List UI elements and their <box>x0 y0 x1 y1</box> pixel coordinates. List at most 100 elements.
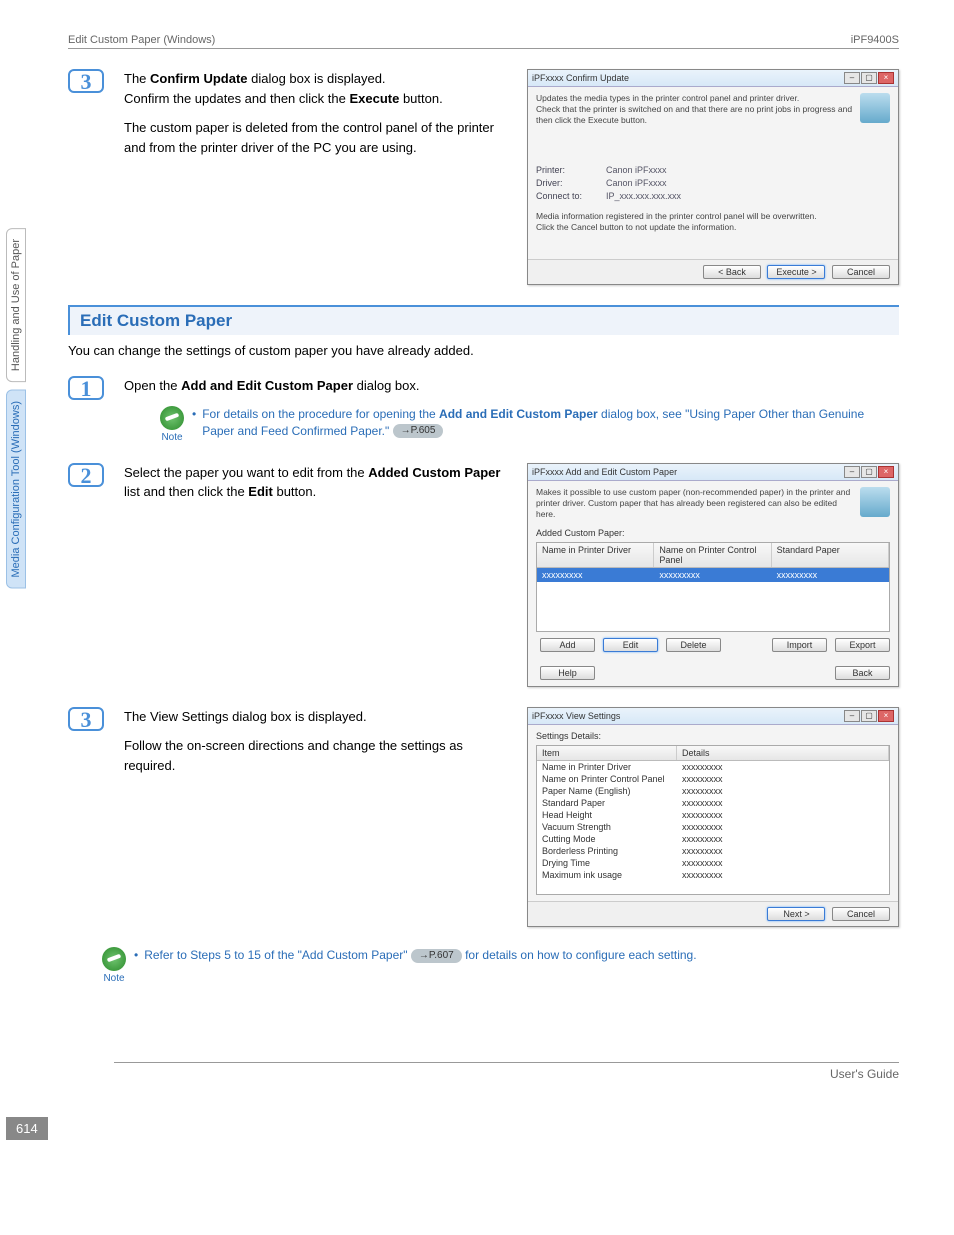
step-3: 3 The View Settings dialog box is displa… <box>68 707 899 927</box>
export-button[interactable]: Export <box>835 638 890 652</box>
details-row: Name in Printer Driverxxxxxxxxx <box>537 761 889 773</box>
details-value: xxxxxxxxx <box>677 773 889 785</box>
side-tab-handling-paper[interactable]: Handling and Use of Paper <box>6 228 26 382</box>
details-row: Vacuum Strengthxxxxxxxxx <box>537 821 889 833</box>
back-button[interactable]: < Back <box>703 265 761 279</box>
dialog-description: Makes it possible to use custom paper (n… <box>536 487 890 520</box>
details-row: Head Heightxxxxxxxxx <box>537 809 889 821</box>
details-item: Head Height <box>537 809 677 821</box>
value-driver: Canon iPFxxxx <box>606 178 667 188</box>
details-item: Maximum ink usage <box>537 869 677 881</box>
details-item: Name in Printer Driver <box>537 761 677 773</box>
section-heading: Edit Custom Paper <box>68 305 899 335</box>
page-reference-link[interactable]: →P.605 <box>393 424 444 438</box>
note-icon <box>160 406 184 430</box>
label-driver: Driver: <box>536 178 606 188</box>
dialog-title: iPFxxxx View Settings <box>532 711 620 721</box>
value-printer: Canon iPFxxxx <box>606 165 667 175</box>
step-text: Select the paper you want to edit from t… <box>124 463 513 502</box>
details-value: xxxxxxxxx <box>677 809 889 821</box>
details-value: xxxxxxxxx <box>677 797 889 809</box>
details-row: Maximum ink usagexxxxxxxxx <box>537 869 889 881</box>
step-number: 1 <box>68 376 104 400</box>
close-icon[interactable]: × <box>878 466 894 478</box>
step-text: The View Settings dialog box is displaye… <box>124 707 513 727</box>
column-header: Name in Printer Driver <box>537 543 654 567</box>
details-row: Name on Printer Control Panelxxxxxxxxx <box>537 773 889 785</box>
step-number: 3 <box>68 707 104 731</box>
close-icon[interactable]: × <box>878 710 894 722</box>
confirm-update-dialog: iPFxxxx Confirm Update – ▢ × Updates the… <box>527 69 899 285</box>
cancel-button[interactable]: Cancel <box>832 907 890 921</box>
add-button[interactable]: Add <box>540 638 595 652</box>
side-tab-label: Media Configuration Tool (Windows) <box>10 401 22 578</box>
step-number: 2 <box>68 463 104 487</box>
dialog-warning: Media information registered in the prin… <box>536 211 890 233</box>
dialog-title: iPFxxxx Add and Edit Custom Paper <box>532 467 677 477</box>
details-value: xxxxxxxxx <box>677 833 889 845</box>
details-value: xxxxxxxxx <box>677 869 889 881</box>
column-header: Standard Paper <box>772 543 889 567</box>
details-item: Cutting Mode <box>537 833 677 845</box>
details-value: xxxxxxxxx <box>677 761 889 773</box>
minimize-icon[interactable]: – <box>844 710 860 722</box>
step-number: 3 <box>68 69 104 93</box>
details-row: Drying Timexxxxxxxxx <box>537 857 889 869</box>
minimize-icon[interactable]: – <box>844 466 860 478</box>
details-value: xxxxxxxxx <box>677 857 889 869</box>
details-value: xxxxxxxxx <box>677 845 889 857</box>
details-row: Paper Name (English)xxxxxxxxx <box>537 785 889 797</box>
edit-button[interactable]: Edit <box>603 638 658 652</box>
label-connect: Connect to: <box>536 191 606 201</box>
minimize-icon[interactable]: – <box>844 72 860 84</box>
details-item: Name on Printer Control Panel <box>537 773 677 785</box>
header-model: iPF9400S <box>851 34 899 46</box>
label-printer: Printer: <box>536 165 606 175</box>
details-value: xxxxxxxxx <box>677 821 889 833</box>
maximize-icon[interactable]: ▢ <box>861 72 877 84</box>
printer-icon <box>860 93 890 123</box>
side-tab-media-config-tool[interactable]: Media Configuration Tool (Windows) <box>6 390 26 589</box>
note-text: Refer to Steps 5 to 15 of the "Add Custo… <box>134 947 697 964</box>
note-text: For details on the procedure for opening… <box>192 406 899 440</box>
view-settings-dialog: iPFxxxx View Settings – ▢ × Settings Det… <box>527 707 899 927</box>
note-block: Note For details on the procedure for op… <box>160 406 899 443</box>
maximize-icon[interactable]: ▢ <box>861 466 877 478</box>
column-header: Details <box>677 746 889 760</box>
note-block: Note Refer to Steps 5 to 15 of the "Add … <box>102 947 899 984</box>
note-icon <box>102 947 126 971</box>
page-number: 614 <box>6 1117 48 1140</box>
header-topic: Edit Custom Paper (Windows) <box>68 34 215 46</box>
details-value: xxxxxxxxx <box>677 785 889 797</box>
next-button[interactable]: Next > <box>767 907 825 921</box>
dialog-description: Updates the media types in the printer c… <box>536 93 890 126</box>
note-label: Note <box>160 432 184 443</box>
printer-icon <box>860 487 890 517</box>
details-item: Standard Paper <box>537 797 677 809</box>
list-label: Added Custom Paper: <box>536 528 890 538</box>
help-button[interactable]: Help <box>540 666 595 680</box>
delete-button[interactable]: Delete <box>666 638 721 652</box>
details-item: Borderless Printing <box>537 845 677 857</box>
cancel-button[interactable]: Cancel <box>832 265 890 279</box>
back-button[interactable]: Back <box>835 666 890 680</box>
side-tab-label: Handling and Use of Paper <box>10 239 22 371</box>
section-title: Edit Custom Paper <box>70 307 899 335</box>
add-edit-custom-paper-dialog: iPFxxxx Add and Edit Custom Paper – ▢ × … <box>527 463 899 687</box>
step-text: Follow the on-screen directions and chan… <box>124 736 513 775</box>
page-footer: User's Guide <box>114 1062 899 1081</box>
page-reference-link[interactable]: →P.607 <box>411 949 462 963</box>
section-intro: You can change the settings of custom pa… <box>68 343 899 358</box>
settings-details-label: Settings Details: <box>536 731 890 741</box>
execute-button[interactable]: Execute > <box>767 265 825 279</box>
maximize-icon[interactable]: ▢ <box>861 710 877 722</box>
settings-details-list[interactable]: Item Details Name in Printer Driverxxxxx… <box>536 745 890 895</box>
footer-guide-label: User's Guide <box>830 1067 899 1081</box>
details-row: Borderless Printingxxxxxxxxx <box>537 845 889 857</box>
added-custom-paper-list[interactable]: Name in Printer Driver Name on Printer C… <box>536 542 890 632</box>
step-text: Open the Add and Edit Custom Paper dialo… <box>124 376 899 396</box>
details-item: Vacuum Strength <box>537 821 677 833</box>
close-icon[interactable]: × <box>878 72 894 84</box>
import-button[interactable]: Import <box>772 638 827 652</box>
list-row-selected[interactable]: xxxxxxxxx xxxxxxxxx xxxxxxxxx <box>537 568 889 582</box>
